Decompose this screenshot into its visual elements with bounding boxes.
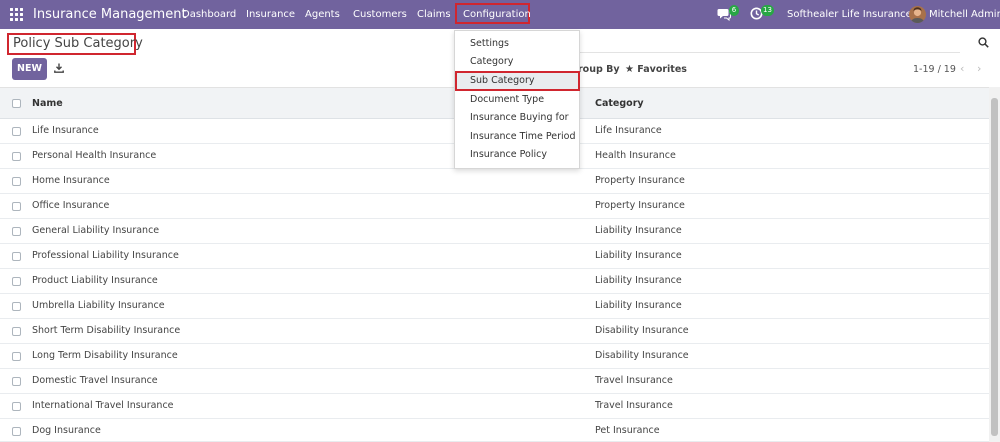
- table-row[interactable]: Umbrella Liability Insurance Liability I…: [0, 294, 989, 319]
- dropdown-item-settings[interactable]: Settings: [470, 38, 509, 49]
- cell-category: Travel Insurance: [595, 400, 673, 411]
- scrollbar-thumb[interactable]: [991, 98, 998, 436]
- row-checkbox[interactable]: [12, 377, 21, 386]
- activities-count-badge: 13: [761, 5, 774, 16]
- dropdown-item-category[interactable]: Category: [470, 56, 513, 67]
- messages-count-badge: 6: [729, 5, 739, 16]
- row-checkbox[interactable]: [12, 152, 21, 161]
- row-checkbox[interactable]: [12, 202, 21, 211]
- cell-name: Dog Insurance: [32, 425, 101, 436]
- table-row[interactable]: Office Insurance Property Insurance: [0, 194, 989, 219]
- cell-name: Umbrella Liability Insurance: [32, 300, 165, 311]
- row-checkbox[interactable]: [12, 327, 21, 336]
- top-navbar: Insurance Management Dashboard Insurance…: [0, 0, 1000, 29]
- chevron-right-icon[interactable]: ›: [977, 62, 981, 75]
- cell-name: Product Liability Insurance: [32, 275, 158, 286]
- menu-insurance[interactable]: Insurance: [246, 9, 295, 20]
- table-row[interactable]: Dog Insurance Pet Insurance: [0, 419, 989, 442]
- row-checkbox[interactable]: [12, 252, 21, 261]
- download-icon[interactable]: [54, 63, 64, 76]
- row-checkbox[interactable]: [12, 127, 21, 136]
- search-icon[interactable]: [978, 37, 989, 51]
- dropdown-item-document-type[interactable]: Document Type: [470, 94, 544, 105]
- row-checkbox[interactable]: [12, 352, 21, 361]
- cell-category: Liability Insurance: [595, 225, 682, 236]
- menu-claims[interactable]: Claims: [417, 9, 451, 20]
- cell-name: Domestic Travel Insurance: [32, 375, 158, 386]
- chevron-left-icon[interactable]: ‹: [960, 62, 964, 75]
- menu-customers[interactable]: Customers: [353, 9, 407, 20]
- favorites-button[interactable]: ★ Favorites: [625, 64, 687, 75]
- company-switcher[interactable]: Softhealer Life Insurance: [787, 9, 912, 20]
- favorites-label: Favorites: [637, 64, 687, 75]
- cell-category: Health Insurance: [595, 150, 676, 161]
- cell-name: Short Term Disability Insurance: [32, 325, 181, 336]
- menu-dashboard[interactable]: Dashboard: [182, 9, 236, 20]
- cell-name: International Travel Insurance: [32, 400, 174, 411]
- cell-category: Travel Insurance: [595, 375, 673, 386]
- cell-category: Disability Insurance: [595, 325, 689, 336]
- table-row[interactable]: Professional Liability Insurance Liabili…: [0, 244, 989, 269]
- cell-category: Disability Insurance: [595, 350, 689, 361]
- configuration-dropdown: Settings Category Sub Category Document …: [454, 30, 580, 169]
- table-row[interactable]: Product Liability Insurance Liability In…: [0, 269, 989, 294]
- apps-grid-icon[interactable]: [10, 8, 24, 22]
- table-row[interactable]: Short Term Disability Insurance Disabili…: [0, 319, 989, 344]
- cell-category: Liability Insurance: [595, 250, 682, 261]
- cell-name: Life Insurance: [32, 125, 99, 136]
- user-menu[interactable]: Mitchell Admin: [929, 9, 1000, 20]
- table-row[interactable]: International Travel Insurance Travel In…: [0, 394, 989, 419]
- cell-category: Pet Insurance: [595, 425, 660, 436]
- search-input[interactable]: [580, 52, 960, 53]
- cell-name: General Liability Insurance: [32, 225, 160, 236]
- cell-category: Property Insurance: [595, 200, 685, 211]
- cell-name: Professional Liability Insurance: [32, 250, 179, 261]
- pager-value[interactable]: 1-19 / 19: [913, 64, 956, 75]
- table-row[interactable]: General Liability Insurance Liability In…: [0, 219, 989, 244]
- new-button[interactable]: NEW: [12, 58, 47, 80]
- table-row[interactable]: Domestic Travel Insurance Travel Insuran…: [0, 369, 989, 394]
- row-checkbox[interactable]: [12, 277, 21, 286]
- app-brand[interactable]: Insurance Management: [33, 7, 187, 22]
- row-checkbox[interactable]: [12, 427, 21, 436]
- row-checkbox[interactable]: [12, 402, 21, 411]
- row-checkbox[interactable]: [12, 227, 21, 236]
- row-checkbox[interactable]: [12, 177, 21, 186]
- menu-configuration[interactable]: Configuration: [463, 9, 531, 20]
- page-title: Policy Sub Category: [7, 33, 143, 55]
- column-header-category[interactable]: Category: [595, 98, 644, 109]
- cell-category: Liability Insurance: [595, 275, 682, 286]
- cell-name: Personal Health Insurance: [32, 150, 157, 161]
- cell-name: Home Insurance: [32, 175, 110, 186]
- dropdown-item-insurance-time-period[interactable]: Insurance Time Period: [470, 131, 576, 142]
- menu-agents[interactable]: Agents: [305, 9, 340, 20]
- row-checkbox[interactable]: [12, 302, 21, 311]
- cell-category: Property Insurance: [595, 175, 685, 186]
- cell-category: Life Insurance: [595, 125, 662, 136]
- column-header-name[interactable]: Name: [32, 98, 63, 109]
- avatar[interactable]: [909, 6, 926, 23]
- group-by-button[interactable]: roup By: [578, 64, 620, 75]
- cell-name: Long Term Disability Insurance: [32, 350, 178, 361]
- star-icon: ★: [625, 64, 634, 75]
- table-row[interactable]: Long Term Disability Insurance Disabilit…: [0, 344, 989, 369]
- select-all-checkbox[interactable]: [12, 99, 21, 108]
- table-row[interactable]: Home Insurance Property Insurance: [0, 169, 989, 194]
- dropdown-item-insurance-policy[interactable]: Insurance Policy: [470, 149, 547, 160]
- dropdown-item-insurance-buying-for[interactable]: Insurance Buying for: [470, 112, 569, 123]
- dropdown-item-sub-category[interactable]: Sub Category: [470, 75, 535, 86]
- cell-name: Office Insurance: [32, 200, 110, 211]
- cell-category: Liability Insurance: [595, 300, 682, 311]
